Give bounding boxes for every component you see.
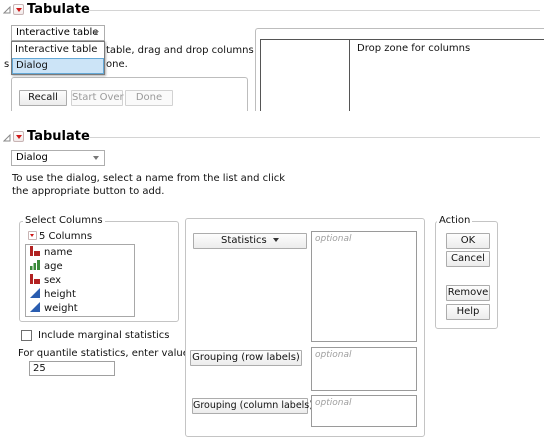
- column-name: sex: [44, 275, 62, 286]
- column-name: weight: [44, 303, 78, 314]
- instruction-text-line1: table, drag and drop columns or: [106, 45, 268, 56]
- list-item[interactable]: sex: [30, 274, 61, 288]
- grouping-column-placeholder: optional: [315, 398, 352, 408]
- dialog-instruction-line2: the appropriate button to add.: [12, 186, 165, 197]
- action-legend: Action: [437, 215, 473, 227]
- column-name: height: [44, 289, 76, 300]
- disclosure-triangle-icon[interactable]: [3, 6, 11, 14]
- red-triangle-menu-icon[interactable]: [13, 4, 24, 15]
- list-item[interactable]: height: [30, 288, 76, 302]
- done-button[interactable]: Done: [125, 90, 173, 106]
- dropdown-option-interactive[interactable]: Interactive table: [12, 42, 104, 58]
- column-name: age: [44, 261, 63, 272]
- window-title: Tabulate: [27, 2, 90, 17]
- table-divider: [349, 39, 350, 111]
- quantile-input[interactable]: 25: [29, 361, 115, 376]
- statistics-button[interactable]: Statistics: [193, 233, 307, 249]
- header-rule: [88, 137, 540, 138]
- recall-button[interactable]: Recall: [19, 90, 67, 106]
- table-panel: [255, 28, 544, 111]
- list-item[interactable]: age: [30, 260, 63, 274]
- mode-combo[interactable]: Dialog: [11, 150, 105, 166]
- ordinal-icon: [30, 260, 40, 270]
- mode-dropdown-list: Interactive table Dialog: [11, 41, 105, 75]
- header-rule: [88, 10, 540, 11]
- include-marginal-label: Include marginal statistics: [38, 330, 170, 341]
- cancel-button[interactable]: Cancel: [446, 251, 490, 267]
- drop-zone-columns[interactable]: Drop zone for columns: [357, 43, 470, 55]
- statistics-drop-box[interactable]: optional: [311, 231, 417, 342]
- nominal-icon: [30, 274, 40, 284]
- continuous-icon: [30, 288, 40, 298]
- grouping-column-drop-box[interactable]: optional: [311, 395, 417, 427]
- grouping-row-button[interactable]: Grouping (row labels): [190, 350, 302, 366]
- table-top-rule: [260, 39, 544, 40]
- list-item[interactable]: weight: [30, 302, 78, 316]
- instruction-text-line2: one.: [106, 59, 128, 70]
- disclosure-triangle-icon[interactable]: [3, 134, 11, 142]
- red-triangle-menu-icon[interactable]: [28, 231, 37, 240]
- red-triangle-menu-icon[interactable]: [13, 131, 24, 142]
- mode-combo-value: Interactive table: [16, 27, 99, 38]
- chevron-down-icon: [93, 31, 99, 35]
- mode-combo-value: Dialog: [16, 152, 48, 163]
- select-columns-legend: Select Columns: [23, 215, 105, 227]
- column-name: name: [44, 247, 73, 258]
- continuous-icon: [30, 302, 40, 312]
- instruction-edge-char: s: [4, 59, 10, 70]
- columns-count-label: 5 Columns: [39, 231, 93, 242]
- columns-count[interactable]: 5 Columns: [28, 231, 92, 243]
- statistics-placeholder: optional: [315, 234, 352, 244]
- remove-button[interactable]: Remove: [446, 285, 490, 301]
- dropdown-option-dialog[interactable]: Dialog: [12, 58, 104, 74]
- statistics-label: Statistics: [221, 235, 267, 246]
- nominal-icon: [30, 246, 40, 256]
- grouping-row-placeholder: optional: [315, 350, 352, 360]
- mode-combo[interactable]: Interactive table: [11, 25, 105, 41]
- list-item[interactable]: name: [30, 246, 72, 260]
- chevron-down-icon: [93, 156, 99, 160]
- dialog-instruction-line1: To use the dialog, select a name from th…: [12, 173, 286, 184]
- start-over-button[interactable]: Start Over: [71, 90, 124, 106]
- window-title: Tabulate: [27, 129, 90, 144]
- ok-button[interactable]: OK: [446, 233, 490, 249]
- include-marginal-checkbox[interactable]: [21, 330, 32, 341]
- columns-listbox[interactable]: name age sex height weight: [25, 244, 135, 317]
- caret-down-icon: [272, 238, 279, 242]
- quantile-label: For quantile statistics, enter value (%): [18, 348, 210, 359]
- table-left-rule: [260, 39, 261, 111]
- help-button[interactable]: Help: [446, 304, 490, 320]
- grouping-row-drop-box[interactable]: optional: [311, 347, 417, 391]
- grouping-column-button[interactable]: Grouping (column labels): [192, 398, 313, 414]
